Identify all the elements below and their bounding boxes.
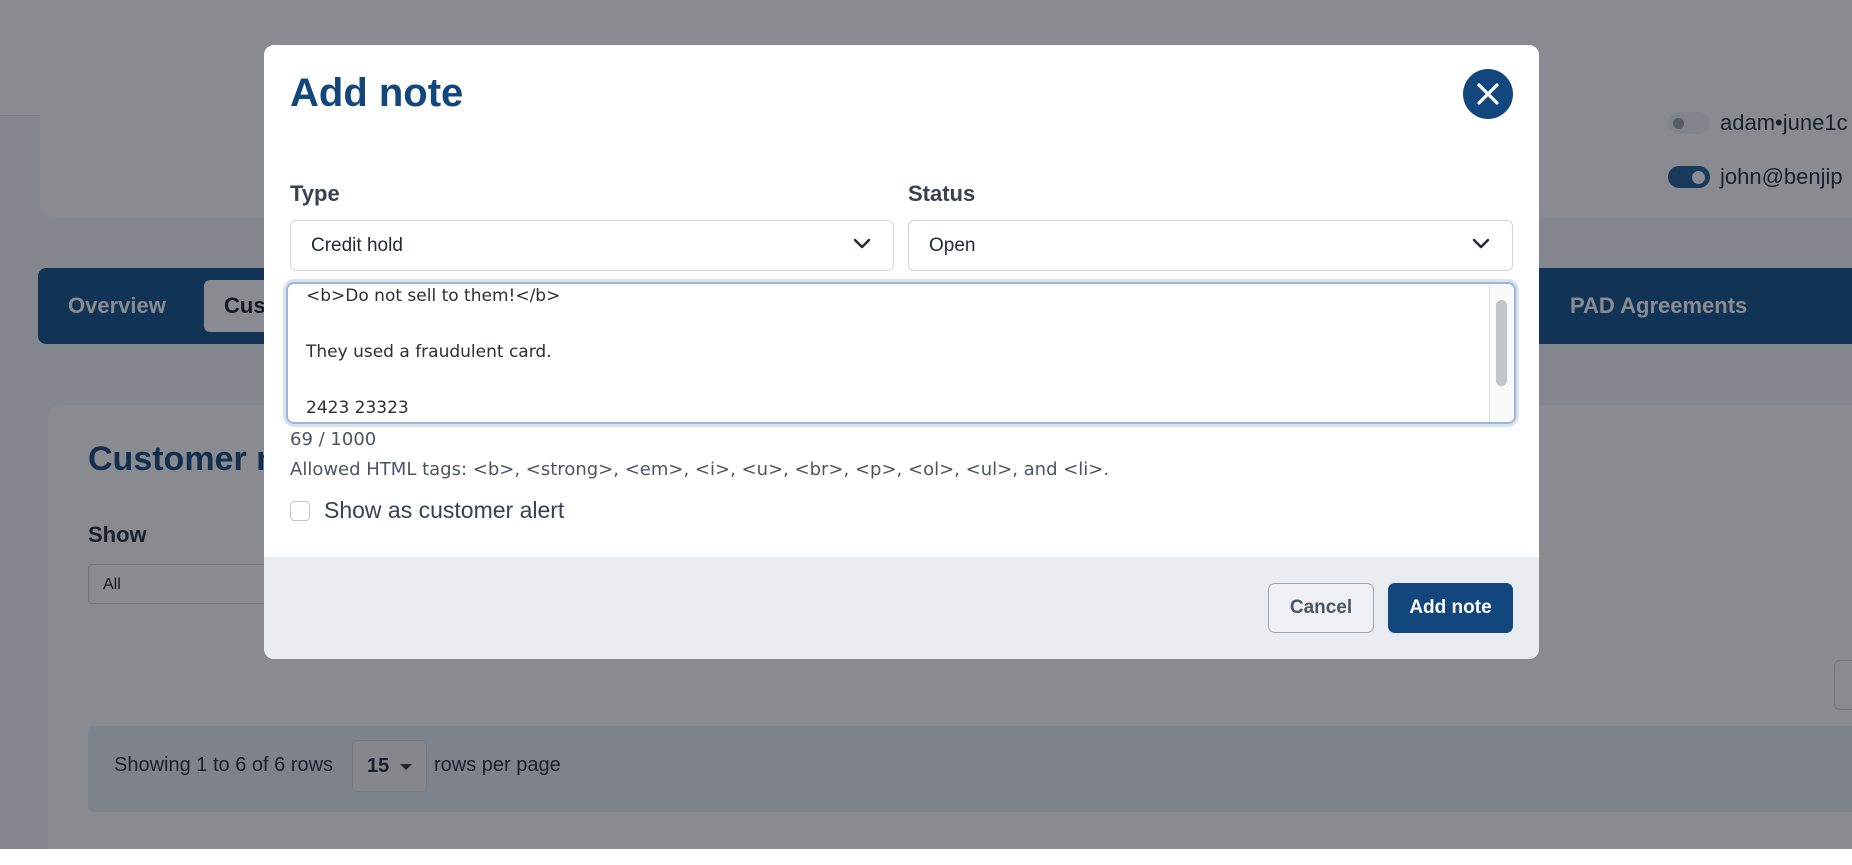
character-count: 69 / 1000 bbox=[290, 429, 377, 450]
customer-alert-label: Show as customer alert bbox=[324, 497, 565, 523]
chevron-down-icon bbox=[853, 238, 871, 249]
close-icon bbox=[1477, 83, 1499, 105]
allowed-tags-hint: Allowed HTML tags: <b>, <strong>, <em>, … bbox=[290, 459, 1110, 480]
type-label: Type bbox=[290, 181, 340, 206]
add-note-dialog: Add note Type Credit hold Status Open <b… bbox=[264, 45, 1539, 659]
cancel-button[interactable]: Cancel bbox=[1268, 583, 1374, 633]
customer-alert-option[interactable]: Show as customer alert bbox=[290, 497, 564, 524]
status-select[interactable]: Open bbox=[908, 220, 1513, 271]
status-select-value: Open bbox=[929, 235, 976, 256]
customer-alert-checkbox[interactable] bbox=[290, 500, 310, 521]
type-select-value: Credit hold bbox=[311, 235, 403, 256]
note-textarea[interactable]: <b>Do not sell to them!</b> They used a … bbox=[286, 282, 1516, 424]
dialog-title: Add note bbox=[290, 71, 464, 115]
scrollbar-thumb[interactable] bbox=[1496, 300, 1507, 386]
status-label: Status bbox=[908, 181, 976, 206]
add-note-button[interactable]: Add note bbox=[1388, 583, 1513, 633]
textarea-scrollbar[interactable] bbox=[1489, 284, 1514, 422]
chevron-down-icon bbox=[1472, 238, 1490, 249]
type-select[interactable]: Credit hold bbox=[290, 220, 894, 271]
close-button[interactable] bbox=[1463, 69, 1513, 119]
note-text: <b>Do not sell to them!</b> They used a … bbox=[306, 286, 561, 418]
